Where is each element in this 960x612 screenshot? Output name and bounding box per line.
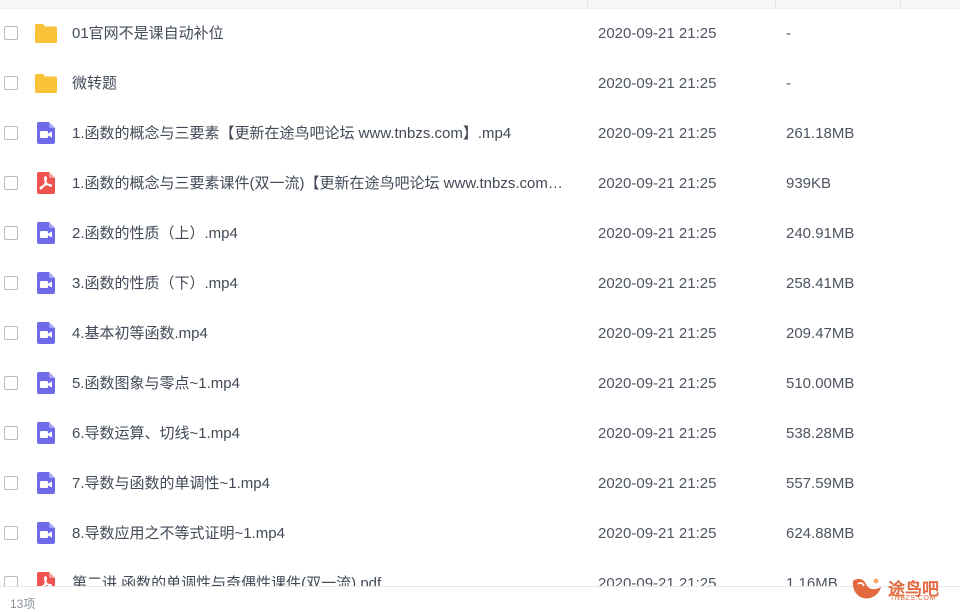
file-size: 557.59MB xyxy=(786,475,855,492)
pdf-file-icon xyxy=(34,171,58,195)
checkbox[interactable] xyxy=(4,126,18,140)
modified-date: 2020-09-21 21:25 xyxy=(598,575,717,586)
modified-date: 2020-09-21 21:25 xyxy=(598,225,717,242)
file-row[interactable]: 1.函数的概念与三要素【更新在途鸟吧论坛 www.tnbzs.com】.mp4 2… xyxy=(0,109,960,159)
pdf-file-icon xyxy=(34,571,58,586)
file-size: 240.91MB xyxy=(786,225,855,242)
video-file-icon xyxy=(34,471,58,495)
video-file-icon xyxy=(34,321,58,345)
modified-date: 2020-09-21 21:25 xyxy=(598,375,717,392)
file-row[interactable]: 微转题 2020-09-21 21:25 - xyxy=(0,59,960,109)
modified-date: 2020-09-21 21:25 xyxy=(598,275,717,292)
file-size: 538.28MB xyxy=(786,425,855,442)
modified-date: 2020-09-21 21:25 xyxy=(598,25,717,42)
file-name[interactable]: 8.导数应用之不等式证明~1.mp4 xyxy=(72,525,577,543)
file-name[interactable]: 3.函数的性质（下）.mp4 xyxy=(72,275,577,293)
modified-date: 2020-09-21 21:25 xyxy=(598,75,717,92)
file-row[interactable]: 4.基本初等函数.mp4 2020-09-21 21:25 209.47MB xyxy=(0,309,960,359)
file-row[interactable]: 6.导数运算、切线~1.mp4 2020-09-21 21:25 538.28MB xyxy=(0,409,960,459)
checkbox[interactable] xyxy=(4,226,18,240)
file-name[interactable]: 6.导数运算、切线~1.mp4 xyxy=(72,425,577,443)
item-count: 13项 xyxy=(10,597,36,611)
file-name[interactable]: 2.函数的性质（上）.mp4 xyxy=(72,225,577,243)
file-size: 261.18MB xyxy=(786,125,855,142)
video-file-icon xyxy=(34,271,58,295)
video-file-icon xyxy=(34,521,58,545)
file-row[interactable]: 01官网不是课自动补位 2020-09-21 21:25 - xyxy=(0,9,960,59)
modified-date: 2020-09-21 21:25 xyxy=(598,525,717,542)
file-row[interactable]: 第二讲 函数的单调性与奇偶性课件(双一流).pdf 2020-09-21 21:2… xyxy=(0,559,960,586)
checkbox[interactable] xyxy=(4,526,18,540)
file-row[interactable]: 7.导数与函数的单调性~1.mp4 2020-09-21 21:25 557.59M… xyxy=(0,459,960,509)
file-row[interactable]: 2.函数的性质（上）.mp4 2020-09-21 21:25 240.91MB xyxy=(0,209,960,259)
column-divider[interactable] xyxy=(775,0,776,8)
file-list: 01官网不是课自动补位 2020-09-21 21:25 - 微转题 2020-09-2… xyxy=(0,9,960,586)
modified-date: 2020-09-21 21:25 xyxy=(598,175,717,192)
checkbox[interactable] xyxy=(4,576,18,586)
file-name[interactable]: 5.函数图象与零点~1.mp4 xyxy=(72,375,577,393)
status-bar: 13项 xyxy=(0,586,960,611)
watermark-subtext: TNBZS.COM xyxy=(890,595,936,602)
modified-date: 2020-09-21 21:25 xyxy=(598,425,717,442)
modified-date: 2020-09-21 21:25 xyxy=(598,475,717,492)
video-file-icon xyxy=(34,371,58,395)
file-size: - xyxy=(786,75,791,92)
file-size: 258.41MB xyxy=(786,275,855,292)
file-row[interactable]: 5.函数图象与零点~1.mp4 2020-09-21 21:25 510.00MB xyxy=(0,359,960,409)
checkbox[interactable] xyxy=(4,76,18,90)
checkbox[interactable] xyxy=(4,326,18,340)
column-divider[interactable] xyxy=(587,0,588,8)
modified-date: 2020-09-21 21:25 xyxy=(598,325,717,342)
file-size: 624.88MB xyxy=(786,525,855,542)
checkbox[interactable] xyxy=(4,176,18,190)
file-size: 1.16MB xyxy=(786,575,838,586)
video-file-icon xyxy=(34,421,58,445)
file-name[interactable]: 第二讲 函数的单调性与奇偶性课件(双一流).pdf xyxy=(72,575,577,586)
folder-icon xyxy=(34,71,58,95)
column-divider[interactable] xyxy=(900,0,901,8)
bird-logo-icon xyxy=(852,578,881,599)
file-name[interactable]: 01官网不是课自动补位 xyxy=(72,25,577,43)
file-name[interactable]: 1.函数的概念与三要素课件(双一流)【更新在途鸟吧论坛 www.tnbzs.co… xyxy=(72,175,577,193)
video-file-icon xyxy=(34,121,58,145)
file-name[interactable]: 1.函数的概念与三要素【更新在途鸟吧论坛 www.tnbzs.com】.mp4 xyxy=(72,125,577,143)
checkbox[interactable] xyxy=(4,276,18,290)
file-name[interactable]: 微转题 xyxy=(72,75,577,93)
checkbox[interactable] xyxy=(4,426,18,440)
file-size: 939KB xyxy=(786,175,832,192)
file-row[interactable]: 8.导数应用之不等式证明~1.mp4 2020-09-21 21:25 624.88… xyxy=(0,509,960,559)
checkbox[interactable] xyxy=(4,476,18,490)
checkbox[interactable] xyxy=(4,26,18,40)
file-name[interactable]: 4.基本初等函数.mp4 xyxy=(72,325,577,343)
video-file-icon xyxy=(34,221,58,245)
site-watermark: 途鸟吧 TNBZS.COM xyxy=(850,575,954,603)
file-size: 209.47MB xyxy=(786,325,855,342)
checkbox[interactable] xyxy=(4,376,18,390)
column-header xyxy=(0,0,960,9)
folder-icon xyxy=(34,21,58,45)
file-row[interactable]: 1.函数的概念与三要素课件(双一流)【更新在途鸟吧论坛 www.tnbzs.co… xyxy=(0,159,960,209)
modified-date: 2020-09-21 21:25 xyxy=(598,125,717,142)
file-row[interactable]: 3.函数的性质（下）.mp4 2020-09-21 21:25 258.41MB xyxy=(0,259,960,309)
file-size: - xyxy=(786,25,791,42)
file-name[interactable]: 7.导数与函数的单调性~1.mp4 xyxy=(72,475,577,493)
file-size: 510.00MB xyxy=(786,375,855,392)
